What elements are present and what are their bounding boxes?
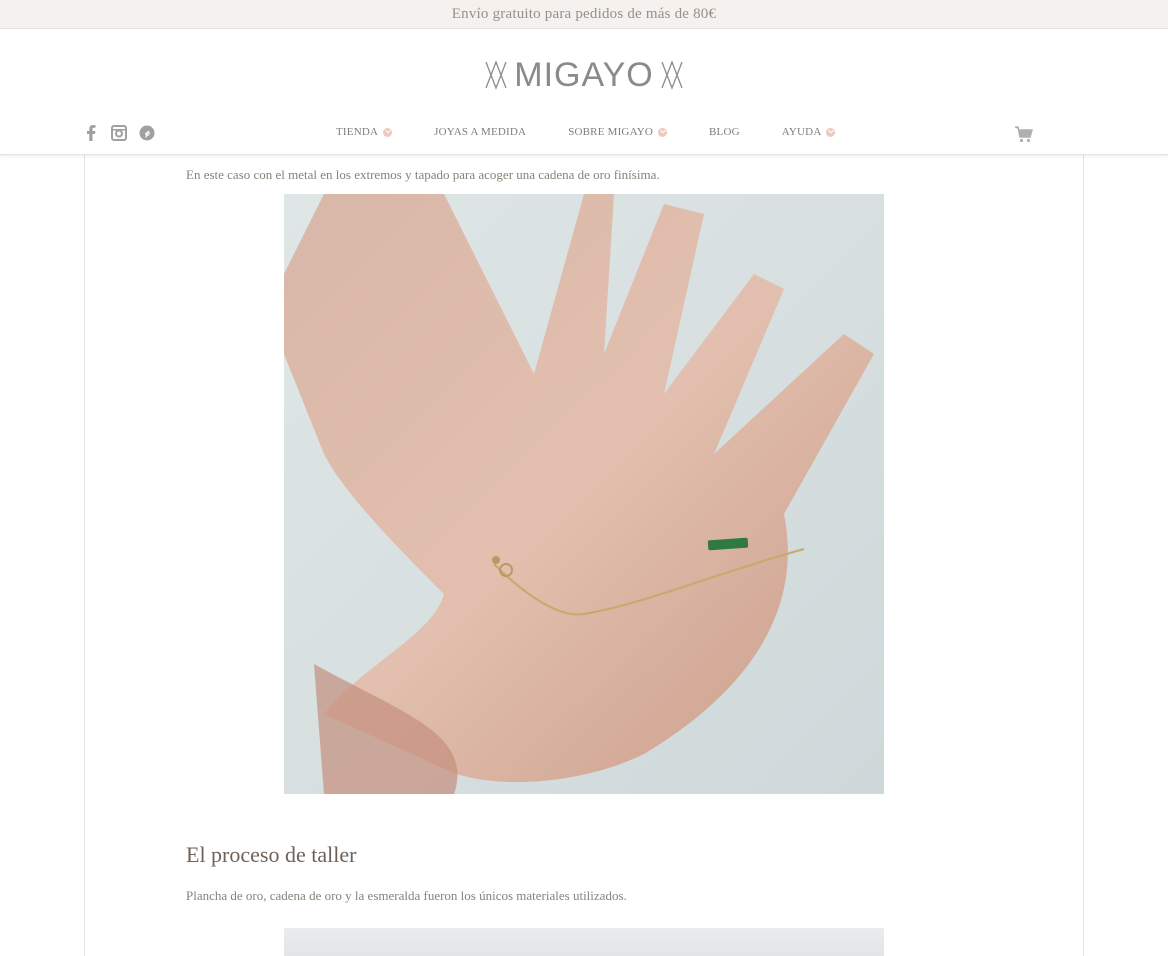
instagram-icon[interactable] [110, 125, 128, 141]
facebook-icon[interactable] [82, 125, 100, 141]
nav-item-tienda[interactable]: TIENDA [336, 126, 393, 138]
chevron-down-icon [826, 127, 836, 137]
social-links [82, 125, 156, 141]
nav-label: SOBRE MIGAYO [568, 126, 654, 138]
intro-text: En este caso con el metal en los extremo… [186, 167, 660, 182]
pinterest-icon[interactable] [138, 125, 156, 141]
hand-with-emerald-pendant-image [284, 194, 884, 794]
nav-label: TIENDA [336, 126, 379, 138]
nav-item-sobre-migayo[interactable]: SOBRE MIGAYO [568, 126, 668, 138]
cart-icon[interactable] [1014, 125, 1034, 143]
site-header: MIGAYO TIENDA JOYAS A MEDIDA SOBRE MIGAY… [0, 29, 1168, 155]
nav-item-joyas-a-medida[interactable]: JOYAS A MEDIDA [434, 126, 526, 138]
nav-item-ayuda[interactable]: AYUDA [782, 126, 836, 138]
nav-label: AYUDA [781, 126, 822, 138]
section-text: Plancha de oro, cadena de oro y la esmer… [186, 888, 627, 903]
brand-logo[interactable]: MIGAYO [484, 57, 684, 93]
announcement-bar: Envío gratuito para pedidos de más de 80… [0, 0, 1168, 29]
logo-mark-right-icon [661, 60, 683, 90]
logo-mark-left-icon [485, 60, 507, 90]
content-frame: En este caso con el metal en los extremo… [84, 155, 1084, 956]
nav-label: JOYAS A MEDIDA [434, 126, 527, 138]
chevron-down-icon [658, 127, 668, 137]
workshop-image [284, 928, 884, 956]
main-nav: TIENDA JOYAS A MEDIDA SOBRE MIGAYO BLOG … [336, 126, 877, 138]
chevron-down-icon [383, 127, 393, 137]
nav-item-blog[interactable]: BLOG [709, 126, 740, 138]
section-title: El proceso de taller [186, 842, 357, 867]
announcement-text: Envío gratuito para pedidos de más de 80… [451, 5, 717, 22]
nav-label: BLOG [709, 126, 740, 138]
brand-name: MIGAYO [514, 56, 654, 94]
